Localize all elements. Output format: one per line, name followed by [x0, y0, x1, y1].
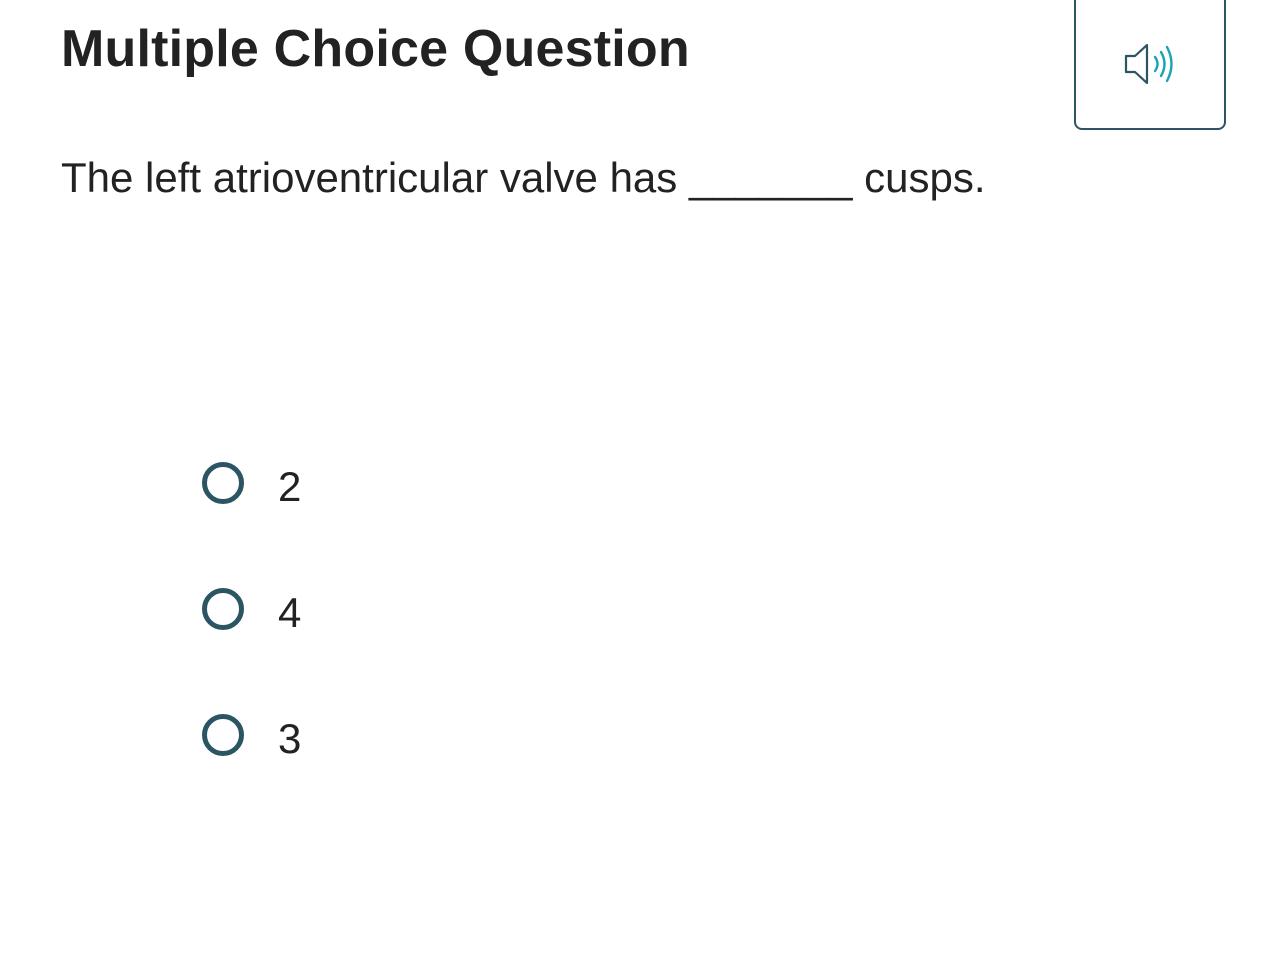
answer-option-4[interactable]: 4: [202, 581, 301, 637]
answer-option-2[interactable]: 2: [202, 455, 301, 511]
answer-option-3[interactable]: 3: [202, 707, 301, 763]
read-aloud-button[interactable]: [1074, 0, 1226, 130]
question-text: The left atrioventricular valve has ____…: [61, 154, 986, 201]
answer-options: 2 4 3: [202, 455, 301, 833]
radio-button[interactable]: [202, 588, 244, 630]
radio-button[interactable]: [202, 462, 244, 504]
speaker-icon: [1122, 40, 1178, 93]
answer-option-label: 2: [278, 463, 302, 510]
answer-option-label: 4: [278, 589, 302, 636]
page-title: Multiple Choice Question: [61, 20, 690, 78]
radio-button[interactable]: [202, 714, 244, 756]
answer-option-label: 3: [278, 715, 302, 762]
